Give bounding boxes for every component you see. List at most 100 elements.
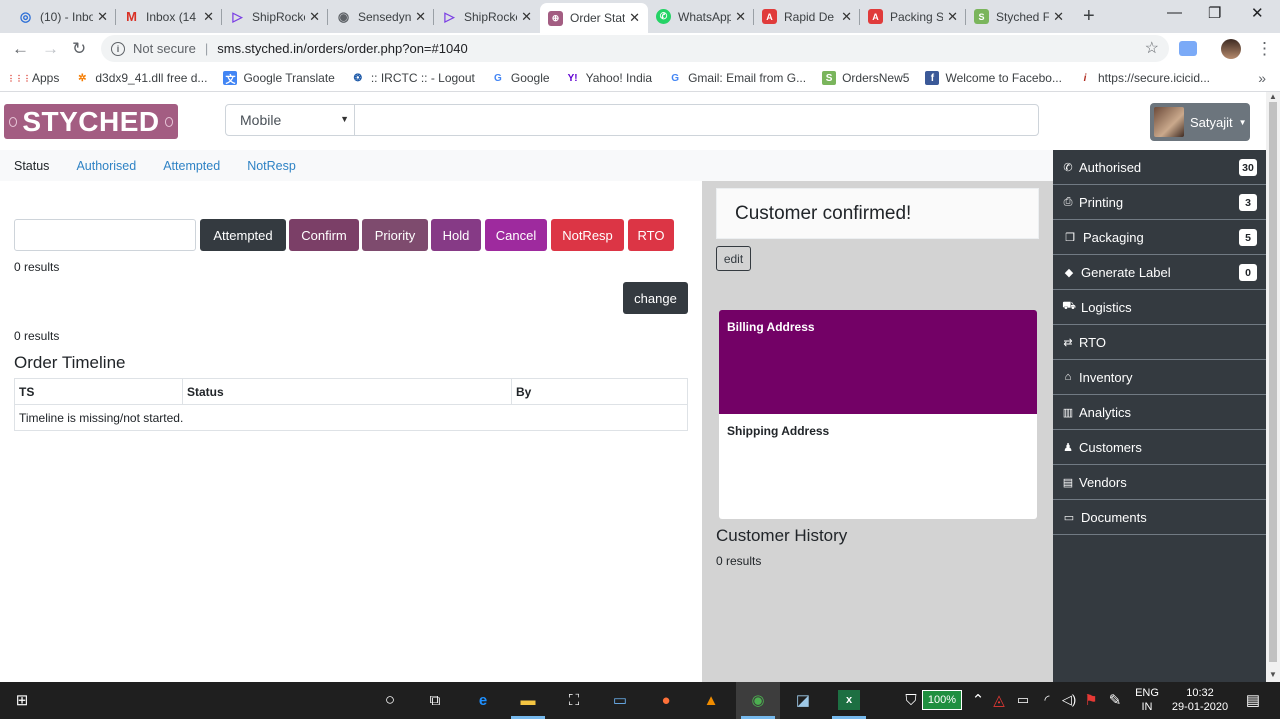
chevron-up-icon[interactable]: ⌃ [967,690,989,710]
close-window-icon[interactable]: ✕ [1251,4,1264,22]
styched-logo[interactable]: STYCHED [4,104,178,139]
firefox-icon[interactable]: ● [655,690,677,710]
scrollbar-thumb[interactable] [1269,102,1277,662]
sidebar-item-generate-label[interactable]: ◆ Generate Label 0 [1053,255,1266,290]
reload-icon[interactable]: ↻ [72,39,86,59]
priority-button[interactable]: Priority [362,219,428,251]
close-tab-icon[interactable]: ✕ [1053,9,1064,25]
browser-tab[interactable]: A Rapid De ✕ [754,3,860,30]
wifi-icon[interactable]: ◜ [1036,690,1058,710]
close-tab-icon[interactable]: ✕ [841,9,852,25]
shield-icon[interactable]: ⛉ [900,690,922,710]
bookmark-star-icon[interactable]: ☆ [1145,38,1159,58]
remark-input[interactable] [14,219,196,251]
bookmark-item[interactable]: G Google [491,71,550,85]
security-indicator[interactable]: Not secure [133,41,196,56]
address-bar[interactable]: i Not secure | sms.styched.in/orders/ord… [101,35,1169,62]
volume-icon[interactable]: ◁) [1058,690,1080,710]
extension-icon[interactable] [1179,41,1197,56]
browser-tab[interactable]: A Packing S ✕ [860,3,966,30]
new-tab-button[interactable]: + [1083,5,1095,28]
cancel-button[interactable]: Cancel [485,219,547,251]
user-menu-button[interactable]: Satyajit ▼ [1150,103,1250,141]
page-scrollbar[interactable]: ▲ ▼ [1266,92,1280,682]
sidebar-item-authorised[interactable]: ✆ Authorised 30 [1053,150,1266,185]
browser-tab[interactable]: ▷ ShipRocket ✕ [222,3,328,30]
computer-icon[interactable]: ▭ [609,690,631,710]
search-icon[interactable]: ○ [379,690,401,710]
task-view-icon[interactable]: ⧉ [424,690,446,710]
scroll-down-icon[interactable]: ▼ [1269,670,1277,679]
subnav-authorised-link[interactable]: Authorised [76,159,136,173]
browser-tab[interactable]: ▷ ShipRocket ✕ [434,3,540,30]
close-tab-icon[interactable]: ✕ [203,9,214,25]
scroll-up-icon[interactable]: ▲ [1269,92,1277,101]
clock[interactable]: 10:32 29-01-2020 [1168,686,1232,714]
restore-icon[interactable]: ❐ [1208,4,1221,22]
sidebar-item-packaging[interactable]: ❒ Packaging 5 [1053,220,1266,255]
pen-icon[interactable]: ✎ [1104,690,1126,710]
url-text[interactable]: sms.styched.in/orders/order.php?on=#1040 [217,41,467,56]
back-arrow-icon[interactable]: ← [12,39,29,59]
confirm-button[interactable]: Confirm [289,219,359,251]
bookmarks-overflow-icon[interactable]: » [1258,70,1266,86]
sidebar-item-inventory[interactable]: ⌂ Inventory [1053,360,1266,395]
notresp-button[interactable]: NotResp [551,219,624,251]
close-tab-icon[interactable]: ✕ [415,9,426,25]
attempted-button[interactable]: Attempted [200,219,286,251]
bookmark-apps[interactable]: ⋮⋮⋮ Apps [7,71,59,85]
browser-tab[interactable]: ✆ WhatsApp ✕ [648,3,754,30]
browser-tab[interactable]: ◉ Sensedyne ✕ [328,3,434,30]
bookmark-item[interactable]: Y! Yahoo! India [566,71,653,85]
chrome-icon[interactable]: ◉ [747,690,769,710]
browser-tab[interactable]: S Styched F ✕ [966,3,1072,30]
notepad-icon[interactable]: ◪ [792,690,814,710]
bookmark-item[interactable]: ❂ :: IRCTC :: - Logout [351,71,475,85]
edit-button[interactable]: edit [716,246,751,271]
rto-button[interactable]: RTO [628,219,674,251]
vlc-icon[interactable]: ▲ [700,690,722,710]
bookmark-item[interactable]: i https://secure.icicid... [1078,71,1210,85]
hold-button[interactable]: Hold [431,219,481,251]
profile-avatar[interactable] [1221,39,1241,59]
battery-indicator[interactable]: 100% [922,690,962,710]
bookmark-item[interactable]: S OrdersNew5 [822,71,909,85]
close-tab-icon[interactable]: ✕ [97,9,108,25]
notification-icon[interactable]: ▤ [1242,690,1264,710]
close-tab-icon[interactable]: ✕ [521,9,532,25]
close-tab-icon[interactable]: ✕ [309,9,320,25]
sidebar-item-rto[interactable]: ⇄ RTO [1053,325,1266,360]
close-tab-icon[interactable]: ✕ [947,9,958,25]
change-button[interactable]: change [623,282,688,314]
bookmark-item[interactable]: G Gmail: Email from G... [668,71,806,85]
browser-tab-active[interactable]: ⊕ Order Status ✕ [540,3,648,33]
sidebar-item-vendors[interactable]: ▤ Vendors [1053,465,1266,500]
excel-icon[interactable]: x [838,690,860,710]
sidebar-item-analytics[interactable]: ▥ Analytics [1053,395,1266,430]
bookmark-item[interactable]: f Welcome to Facebo... [925,71,1062,85]
edge-icon[interactable]: e [472,690,494,710]
search-input[interactable] [354,104,1039,136]
file-explorer-icon[interactable]: ▬ [517,690,539,710]
bookmark-item[interactable]: 文 Google Translate [223,71,335,86]
subnav-notresp-link[interactable]: NotResp [247,159,296,173]
browser-tab[interactable]: ◎ (10) - Inbox ✕ [10,3,116,30]
acrobat-tray-icon[interactable]: ◬ [988,690,1010,710]
close-tab-icon[interactable]: ✕ [629,10,640,26]
battery-icon[interactable]: ▭ [1012,690,1034,710]
windows-start-icon[interactable]: ⊞ [11,690,33,710]
store-icon[interactable]: ⛶ [563,690,585,710]
sidebar-item-customers[interactable]: ♟ Customers [1053,430,1266,465]
bookmark-item[interactable]: ✲ d3dx9_41.dll free d... [75,71,207,85]
language-indicator[interactable]: ENG IN [1133,686,1161,714]
close-tab-icon[interactable]: ✕ [735,9,746,25]
antivirus-icon[interactable]: ⚑ [1080,690,1102,710]
minimize-icon[interactable]: — [1167,4,1182,21]
sidebar-item-logistics[interactable]: ⛟ Logistics [1053,290,1266,325]
info-icon[interactable]: i [111,41,125,56]
search-type-select[interactable]: Mobile ▼ [225,104,355,136]
sidebar-item-documents[interactable]: ▭ Documents [1053,500,1266,535]
subnav-attempted-link[interactable]: Attempted [163,159,220,173]
browser-tab[interactable]: M Inbox (14 ✕ [116,3,222,30]
sidebar-item-printing[interactable]: ⎙ Printing 3 [1053,185,1266,220]
